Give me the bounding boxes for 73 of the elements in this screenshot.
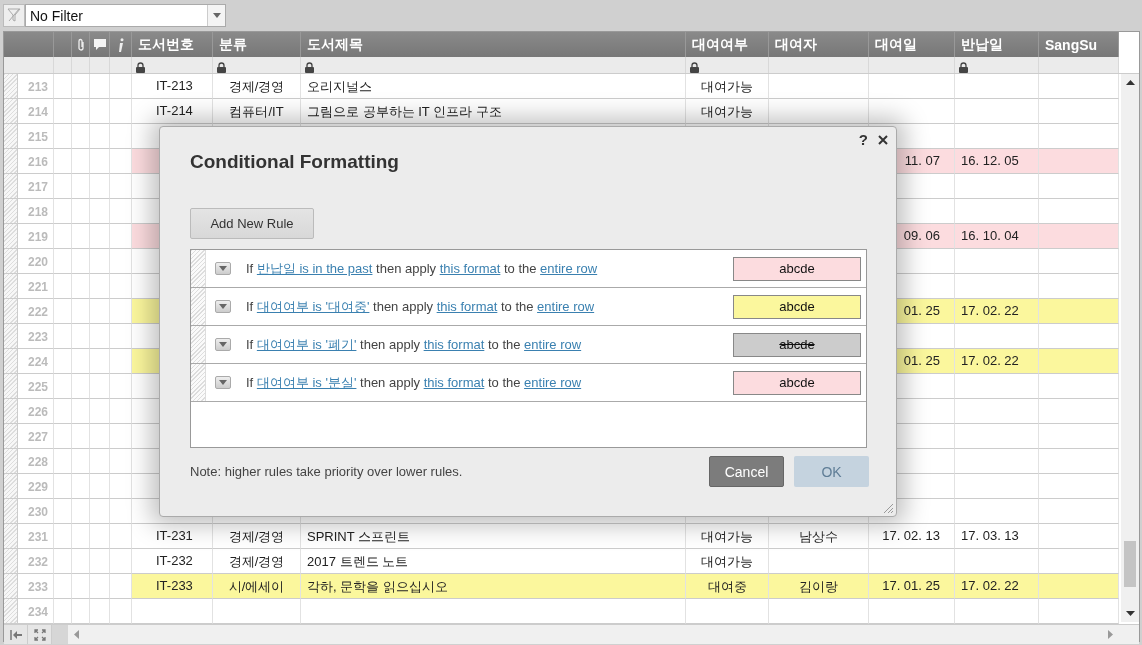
format-preview[interactable]: abcde	[733, 256, 861, 281]
row-number: 218	[18, 199, 54, 224]
table-cell: 대여가능	[686, 74, 769, 99]
row-number: 232	[18, 549, 54, 574]
table-cell: 그림으로 공부하는 IT 인프라 구조	[301, 99, 686, 124]
table-cell: IT-213	[132, 74, 213, 99]
table-cell: 대여중	[686, 574, 769, 599]
format-link[interactable]: this format	[439, 260, 501, 276]
table-cell: 대여가능	[686, 99, 769, 124]
row-number: 214	[18, 99, 54, 124]
table-cell: 16. 10. 04	[955, 224, 1039, 249]
table-cell: 오리지널스	[301, 74, 686, 99]
note-text: Note: higher rules take priority over lower rules.	[190, 463, 464, 479]
row-number: 219	[18, 224, 54, 249]
table-cell: SPRINT 스프린트	[301, 524, 686, 549]
table-cell: IT-214	[132, 99, 213, 124]
format-link[interactable]: this format	[423, 374, 485, 390]
table-cell: 17. 02. 22	[955, 574, 1039, 599]
rule-sentence: If 반납일 is in the past then apply this format to the entire row	[246, 259, 599, 278]
table-cell: 17. 02. 22	[955, 349, 1039, 374]
table-cell: 17. 03. 13	[955, 524, 1039, 549]
table-cell: IT-231	[132, 524, 213, 549]
target-link[interactable]: entire row	[524, 374, 582, 390]
row-number: 222	[18, 299, 54, 324]
row-number: 224	[18, 349, 54, 374]
condition-link[interactable]: 대여여부 is '폐기'	[256, 336, 357, 352]
target-link[interactable]: entire row	[524, 336, 582, 352]
row-number: 225	[18, 374, 54, 399]
format-link[interactable]: this format	[436, 298, 498, 314]
table-cell: IT-233	[132, 574, 213, 599]
target-link[interactable]: entire row	[540, 260, 598, 276]
row-number: 229	[18, 474, 54, 499]
condition-link[interactable]: 반납일 is in the past	[256, 260, 373, 276]
row-number: 216	[18, 149, 54, 174]
format-preview[interactable]: abcde	[733, 370, 861, 395]
row-number: 215	[18, 124, 54, 149]
rule-sentence: If 대여여부 is '폐기' then apply this format to the entire row	[246, 335, 583, 354]
format-preview[interactable]: abcde	[733, 294, 861, 319]
table-cell: 경제/경영	[213, 524, 301, 549]
table-cell: 남상수	[769, 524, 869, 549]
row-number: 227	[18, 424, 54, 449]
row-number: 233	[18, 574, 54, 599]
help-button[interactable]: ?	[858, 131, 868, 148]
condition-link[interactable]: 대여여부 is '분실'	[256, 374, 357, 390]
rule-sentence: If 대여여부 is '분실' then apply this format to the entire row	[246, 373, 583, 392]
table-cell: 17. 02. 22	[955, 299, 1039, 324]
table-cell: 17. 02. 13	[869, 524, 955, 549]
table-cell: 경제/경영	[213, 74, 301, 99]
rule-sentence: If 대여여부 is '대여중' then apply this format to the entire row	[246, 297, 596, 316]
row-number: 223	[18, 324, 54, 349]
cancel-button[interactable]: Cancel	[709, 456, 784, 487]
row-number: 231	[18, 524, 54, 549]
row-number: 221	[18, 274, 54, 299]
row-number: 213	[18, 74, 54, 99]
format-link[interactable]: this format	[423, 336, 485, 352]
table-cell: 각하, 문학을 읽으십시오	[301, 574, 686, 599]
row-number: 220	[18, 249, 54, 274]
format-preview[interactable]: abcde	[733, 332, 861, 357]
table-cell: 컴퓨터/IT	[213, 99, 301, 124]
row-number: 217	[18, 174, 54, 199]
table-cell: 16. 12. 05	[955, 149, 1039, 174]
target-link[interactable]: entire row	[537, 298, 595, 314]
filter-dropdown[interactable]: No Filter	[25, 3, 226, 27]
table-cell: 시/에세이	[213, 574, 301, 599]
table-cell: 17. 01. 25	[869, 574, 955, 599]
condition-link[interactable]: 대여여부 is '대여중'	[256, 298, 370, 314]
row-number: 230	[18, 499, 54, 524]
row-number: 226	[18, 399, 54, 424]
row-number: 228	[18, 449, 54, 474]
add-rule-button[interactable]: Add New Rule	[190, 208, 314, 239]
dialog-title: Conditional Formatting	[190, 151, 400, 173]
table-cell: 대여가능	[686, 524, 769, 549]
table-cell: 김이랑	[769, 574, 869, 599]
